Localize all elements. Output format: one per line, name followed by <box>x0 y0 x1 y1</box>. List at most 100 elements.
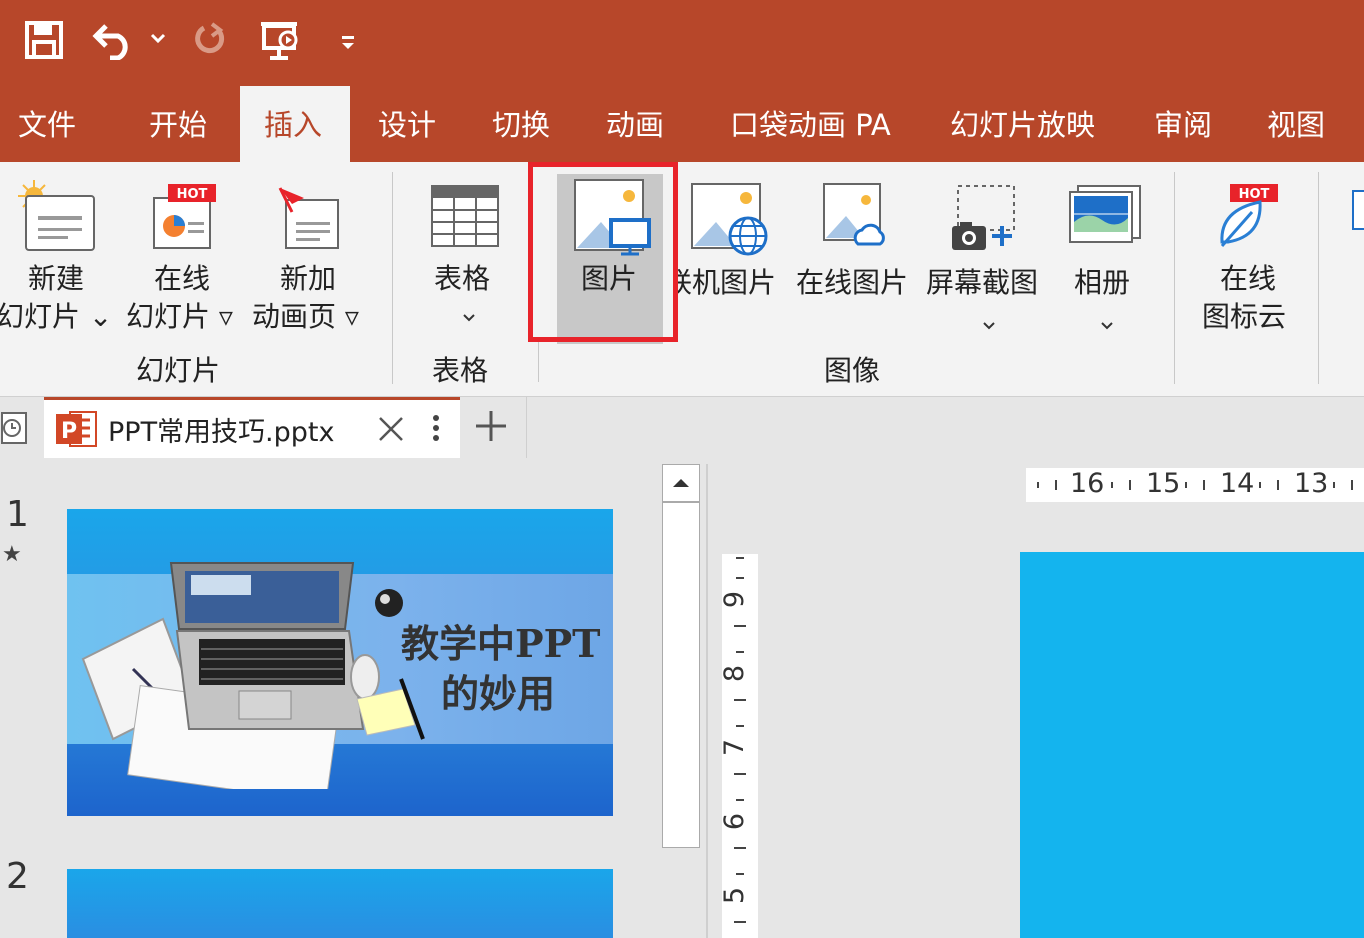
slide-star-icon: ★ <box>2 542 22 567</box>
icon-cloud-label-2: 图标云 <box>1202 300 1287 333</box>
online-picture-icon <box>690 182 770 262</box>
table-button[interactable]: 表格 <box>404 170 528 350</box>
online-icon-cloud-button[interactable]: HOT 在线 图标云 <box>1186 170 1310 350</box>
table-label: 表格 <box>434 262 491 295</box>
ruler-v-label: 6 <box>719 812 751 831</box>
ribbon-insert: 新建 幻灯片 ⌄ HOT 在线 幻灯片 ▿ 新加 动画页 ▿ 幻灯片 表格 表格 <box>0 162 1364 396</box>
album-label: 相册 <box>1074 266 1131 299</box>
cut-off-ribbon-icon[interactable] <box>1352 190 1364 230</box>
screenshot-icon <box>950 182 1026 256</box>
tab-animations[interactable]: 动画 <box>606 102 664 144</box>
scroll-up-button[interactable] <box>662 464 700 502</box>
slide-number: 1 <box>6 494 29 535</box>
leaf-icon: HOT <box>1216 182 1282 256</box>
customize-qat-icon[interactable] <box>340 34 356 56</box>
history-icon[interactable] <box>0 411 32 449</box>
slide-thumbnail-1[interactable]: 教学中PPT 的妙用 <box>67 509 613 816</box>
undo-icon[interactable] <box>92 20 136 64</box>
online-image-button[interactable]: 在线图片 <box>794 170 916 350</box>
ruler-h-label: 15 <box>1146 468 1181 499</box>
ribbon-tabs: 插入 文件 开始 设计 切换 动画 口袋动画 PA 幻灯片放映 审阅 视图 <box>0 86 1364 162</box>
scroll-thumb[interactable] <box>662 502 700 848</box>
album-dropdown-icon[interactable] <box>1100 316 1114 335</box>
table-icon <box>430 184 500 252</box>
online-slide-label-2: 幻灯片 ▿ <box>126 300 233 333</box>
ruler-h-label: 14 <box>1220 468 1255 499</box>
tab-pocket-animation[interactable]: 口袋动画 PA <box>730 102 891 144</box>
online-image-label: 在线图片 <box>796 266 909 299</box>
document-tab-bar: P PPT常用技巧.pptx <box>0 396 1364 459</box>
new-anim-label-1: 新加 <box>280 262 337 295</box>
slide-title-line-2: 的妙用 <box>441 671 556 716</box>
group-separator <box>1318 172 1319 384</box>
chevron-up-icon <box>673 479 689 487</box>
document-tab[interactable]: P PPT常用技巧.pptx <box>44 397 460 459</box>
ruler-h-label: 16 <box>1070 468 1105 499</box>
tab-file[interactable]: 文件 <box>18 102 76 144</box>
screenshot-label: 屏幕截图 <box>926 266 1039 299</box>
slide-number: 2 <box>6 856 29 897</box>
group-label-table: 表格 <box>432 354 489 387</box>
new-slide-icon <box>14 176 98 260</box>
online-slide-icon: HOT <box>148 182 220 256</box>
tab-slideshow[interactable]: 幻灯片放映 <box>950 102 1095 144</box>
redo-icon[interactable] <box>192 20 228 64</box>
group-label-image: 图像 <box>824 354 881 387</box>
group-separator <box>538 342 539 382</box>
new-tab-icon[interactable] <box>474 409 508 447</box>
document-title: PPT常用技巧.pptx <box>108 417 335 448</box>
picture-highlight-box <box>528 162 678 342</box>
close-icon[interactable] <box>378 416 404 446</box>
slide-editor: 16 15 14 13 9 8 7 6 5 <box>708 458 1364 938</box>
ruler-v-label: 7 <box>719 738 751 757</box>
online-picture-label: 联机图片 <box>670 266 777 299</box>
photo-album-icon <box>1068 184 1142 250</box>
tab-home[interactable]: 开始 <box>149 102 207 144</box>
photo-album-button[interactable]: 相册 <box>1058 170 1158 350</box>
icon-cloud-label-1: 在线 <box>1220 262 1277 295</box>
tab-divider <box>526 397 527 459</box>
horizontal-ruler: 16 15 14 13 <box>1026 468 1364 502</box>
powerpoint-file-icon: P <box>54 408 98 454</box>
slide-canvas[interactable] <box>1020 552 1364 938</box>
quick-access-toolbar <box>0 0 1364 86</box>
vertical-ruler: 9 8 7 6 5 <box>719 554 758 938</box>
laptop-illustration <box>81 562 425 789</box>
screenshot-dropdown-icon[interactable] <box>982 316 996 335</box>
ruler-h-label: 13 <box>1294 468 1329 499</box>
ruler-v-label: 8 <box>719 664 751 683</box>
more-options-icon[interactable] <box>432 414 440 448</box>
slide-thumbnail-panel: 1 ★ 教学中PPT 的妙用 2 <box>0 458 700 938</box>
online-slide-label-1: 在线 <box>154 262 211 295</box>
animation-page-icon <box>278 182 342 256</box>
undo-dropdown-icon[interactable] <box>150 30 166 49</box>
save-icon[interactable] <box>24 20 64 64</box>
new-slide-label-1: 新建 <box>28 262 85 295</box>
tab-view[interactable]: 视图 <box>1267 102 1325 144</box>
tab-insert[interactable]: 插入 <box>240 86 350 162</box>
hot-badge: HOT <box>177 187 208 202</box>
slide-thumbnail-2[interactable] <box>67 869 613 938</box>
group-label-slides: 幻灯片 <box>136 354 221 387</box>
group-separator <box>1174 172 1175 384</box>
online-picture-button[interactable]: 联机图片 <box>670 170 788 350</box>
new-anim-label-2: 动画页 ▿ <box>252 300 359 333</box>
hot-badge: HOT <box>1239 187 1270 202</box>
tab-review[interactable]: 审阅 <box>1154 102 1212 144</box>
svg-text:P: P <box>61 419 77 444</box>
tab-transitions[interactable]: 切换 <box>492 102 550 144</box>
new-slide-button[interactable]: 新建 幻灯片 ⌄ <box>0 170 118 350</box>
table-dropdown-icon <box>462 308 476 327</box>
online-image-icon <box>822 182 890 256</box>
ruler-v-label: 5 <box>719 886 751 905</box>
ruler-v-label: 9 <box>719 590 751 609</box>
slide-title-line-1: 教学中PPT <box>401 621 601 666</box>
group-separator <box>392 172 393 384</box>
tab-design[interactable]: 设计 <box>378 102 436 144</box>
tab-insert-label: 插入 <box>264 108 323 142</box>
screenshot-button[interactable]: 屏幕截图 <box>922 170 1050 350</box>
new-animation-page-button[interactable]: 新加 动画页 ▿ <box>250 170 374 350</box>
thumbnail-scrollbar[interactable] <box>662 464 700 938</box>
online-slide-button[interactable]: HOT 在线 幻灯片 ▿ <box>122 170 246 350</box>
presentation-icon[interactable] <box>258 18 304 66</box>
